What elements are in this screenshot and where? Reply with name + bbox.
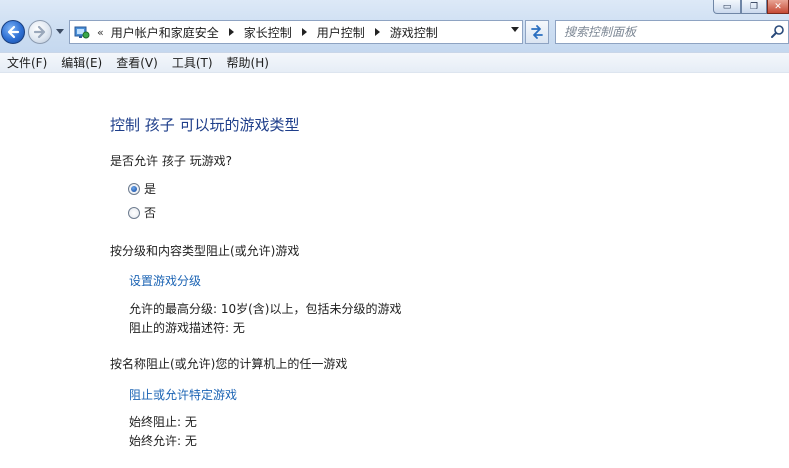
menu-help[interactable]: 帮助(H) <box>220 53 276 73</box>
breadcrumb-user-accounts[interactable]: 用户帐户和家庭安全 <box>111 24 219 41</box>
forward-arrow-icon <box>33 25 46 39</box>
search-box[interactable] <box>555 20 789 44</box>
radio-dot <box>131 185 137 192</box>
address-dropdown-icon[interactable] <box>511 27 519 33</box>
breadcrumb-parental-controls[interactable]: 家长控制 <box>244 24 292 41</box>
back-arrow-icon <box>7 25 20 39</box>
radio-button-checked[interactable] <box>128 182 140 195</box>
radio-allow-yes[interactable]: 是 <box>128 180 156 197</box>
maximize-button[interactable]: ❐ <box>741 0 767 14</box>
set-game-ratings-link[interactable]: 设置游戏分级 <box>129 272 201 289</box>
refresh-button[interactable] <box>525 20 549 44</box>
specific-games-heading: 按名称阻止(或允许)您的计算机上的任一游戏 <box>110 357 348 371</box>
breadcrumb-separator-icon[interactable] <box>301 28 307 36</box>
address-overflow-chevron[interactable]: « <box>97 26 104 39</box>
menu-bar: 文件(F) 编辑(E) 查看(V) 工具(T) 帮助(H) <box>0 52 789 73</box>
ratings-heading: 按分级和内容类型阻止(或允许)游戏 <box>110 244 300 258</box>
search-icon[interactable] <box>770 24 786 40</box>
radio-yes-label[interactable]: 是 <box>144 180 156 197</box>
breadcrumb-separator-icon[interactable] <box>374 28 380 36</box>
main-content: 控制 孩子 可以玩的游戏类型 是否允许 孩子 玩游戏? 是 否 按分级和内容类型… <box>0 74 789 468</box>
control-panel-icon <box>73 23 91 41</box>
radio-no-label[interactable]: 否 <box>144 204 156 221</box>
breadcrumb-separator-icon[interactable] <box>228 28 234 36</box>
radio-button-unchecked[interactable] <box>128 206 140 219</box>
block-allow-specific-games-link[interactable]: 阻止或允许特定游戏 <box>129 386 237 403</box>
back-button[interactable] <box>1 20 25 44</box>
breadcrumb-game-controls[interactable]: 游戏控制 <box>390 24 438 41</box>
chevron-down-icon <box>56 29 64 34</box>
allow-games-question: 是否允许 孩子 玩游戏? <box>110 154 232 168</box>
radio-allow-no[interactable]: 否 <box>128 204 156 221</box>
forward-button[interactable] <box>28 20 52 44</box>
page-title: 控制 孩子 可以玩的游戏类型 <box>110 116 300 134</box>
blocked-descriptors-text: 阻止的游戏描述符: 无 <box>129 321 245 335</box>
always-block-text: 始终阻止: 无 <box>129 415 197 429</box>
window-controls: ▭ ❐ ✕ <box>713 0 789 14</box>
always-allow-text: 始终允许: 无 <box>129 434 197 448</box>
menu-view[interactable]: 查看(V) <box>109 53 165 73</box>
menu-file[interactable]: 文件(F) <box>0 53 54 73</box>
menu-edit[interactable]: 编辑(E) <box>54 53 109 73</box>
search-input[interactable] <box>564 22 764 42</box>
breadcrumb-user-controls[interactable]: 用户控制 <box>317 24 365 41</box>
address-bar[interactable]: « 用户帐户和家庭安全 家长控制 用户控制 游戏控制 <box>69 20 523 44</box>
minimize-button[interactable]: ▭ <box>713 0 741 14</box>
refresh-icon <box>531 25 543 39</box>
window-chrome: ▭ ❐ ✕ « 用户帐户和家庭安全 家长控制 用户控制 游戏控制 搜索控制面板 <box>0 0 789 52</box>
close-button[interactable]: ✕ <box>767 0 789 14</box>
max-rating-text: 允许的最高分级: 10岁(含)以上，包括未分级的游戏 <box>129 302 402 316</box>
menu-tools[interactable]: 工具(T) <box>165 53 220 73</box>
recent-pages-dropdown[interactable] <box>55 27 65 37</box>
